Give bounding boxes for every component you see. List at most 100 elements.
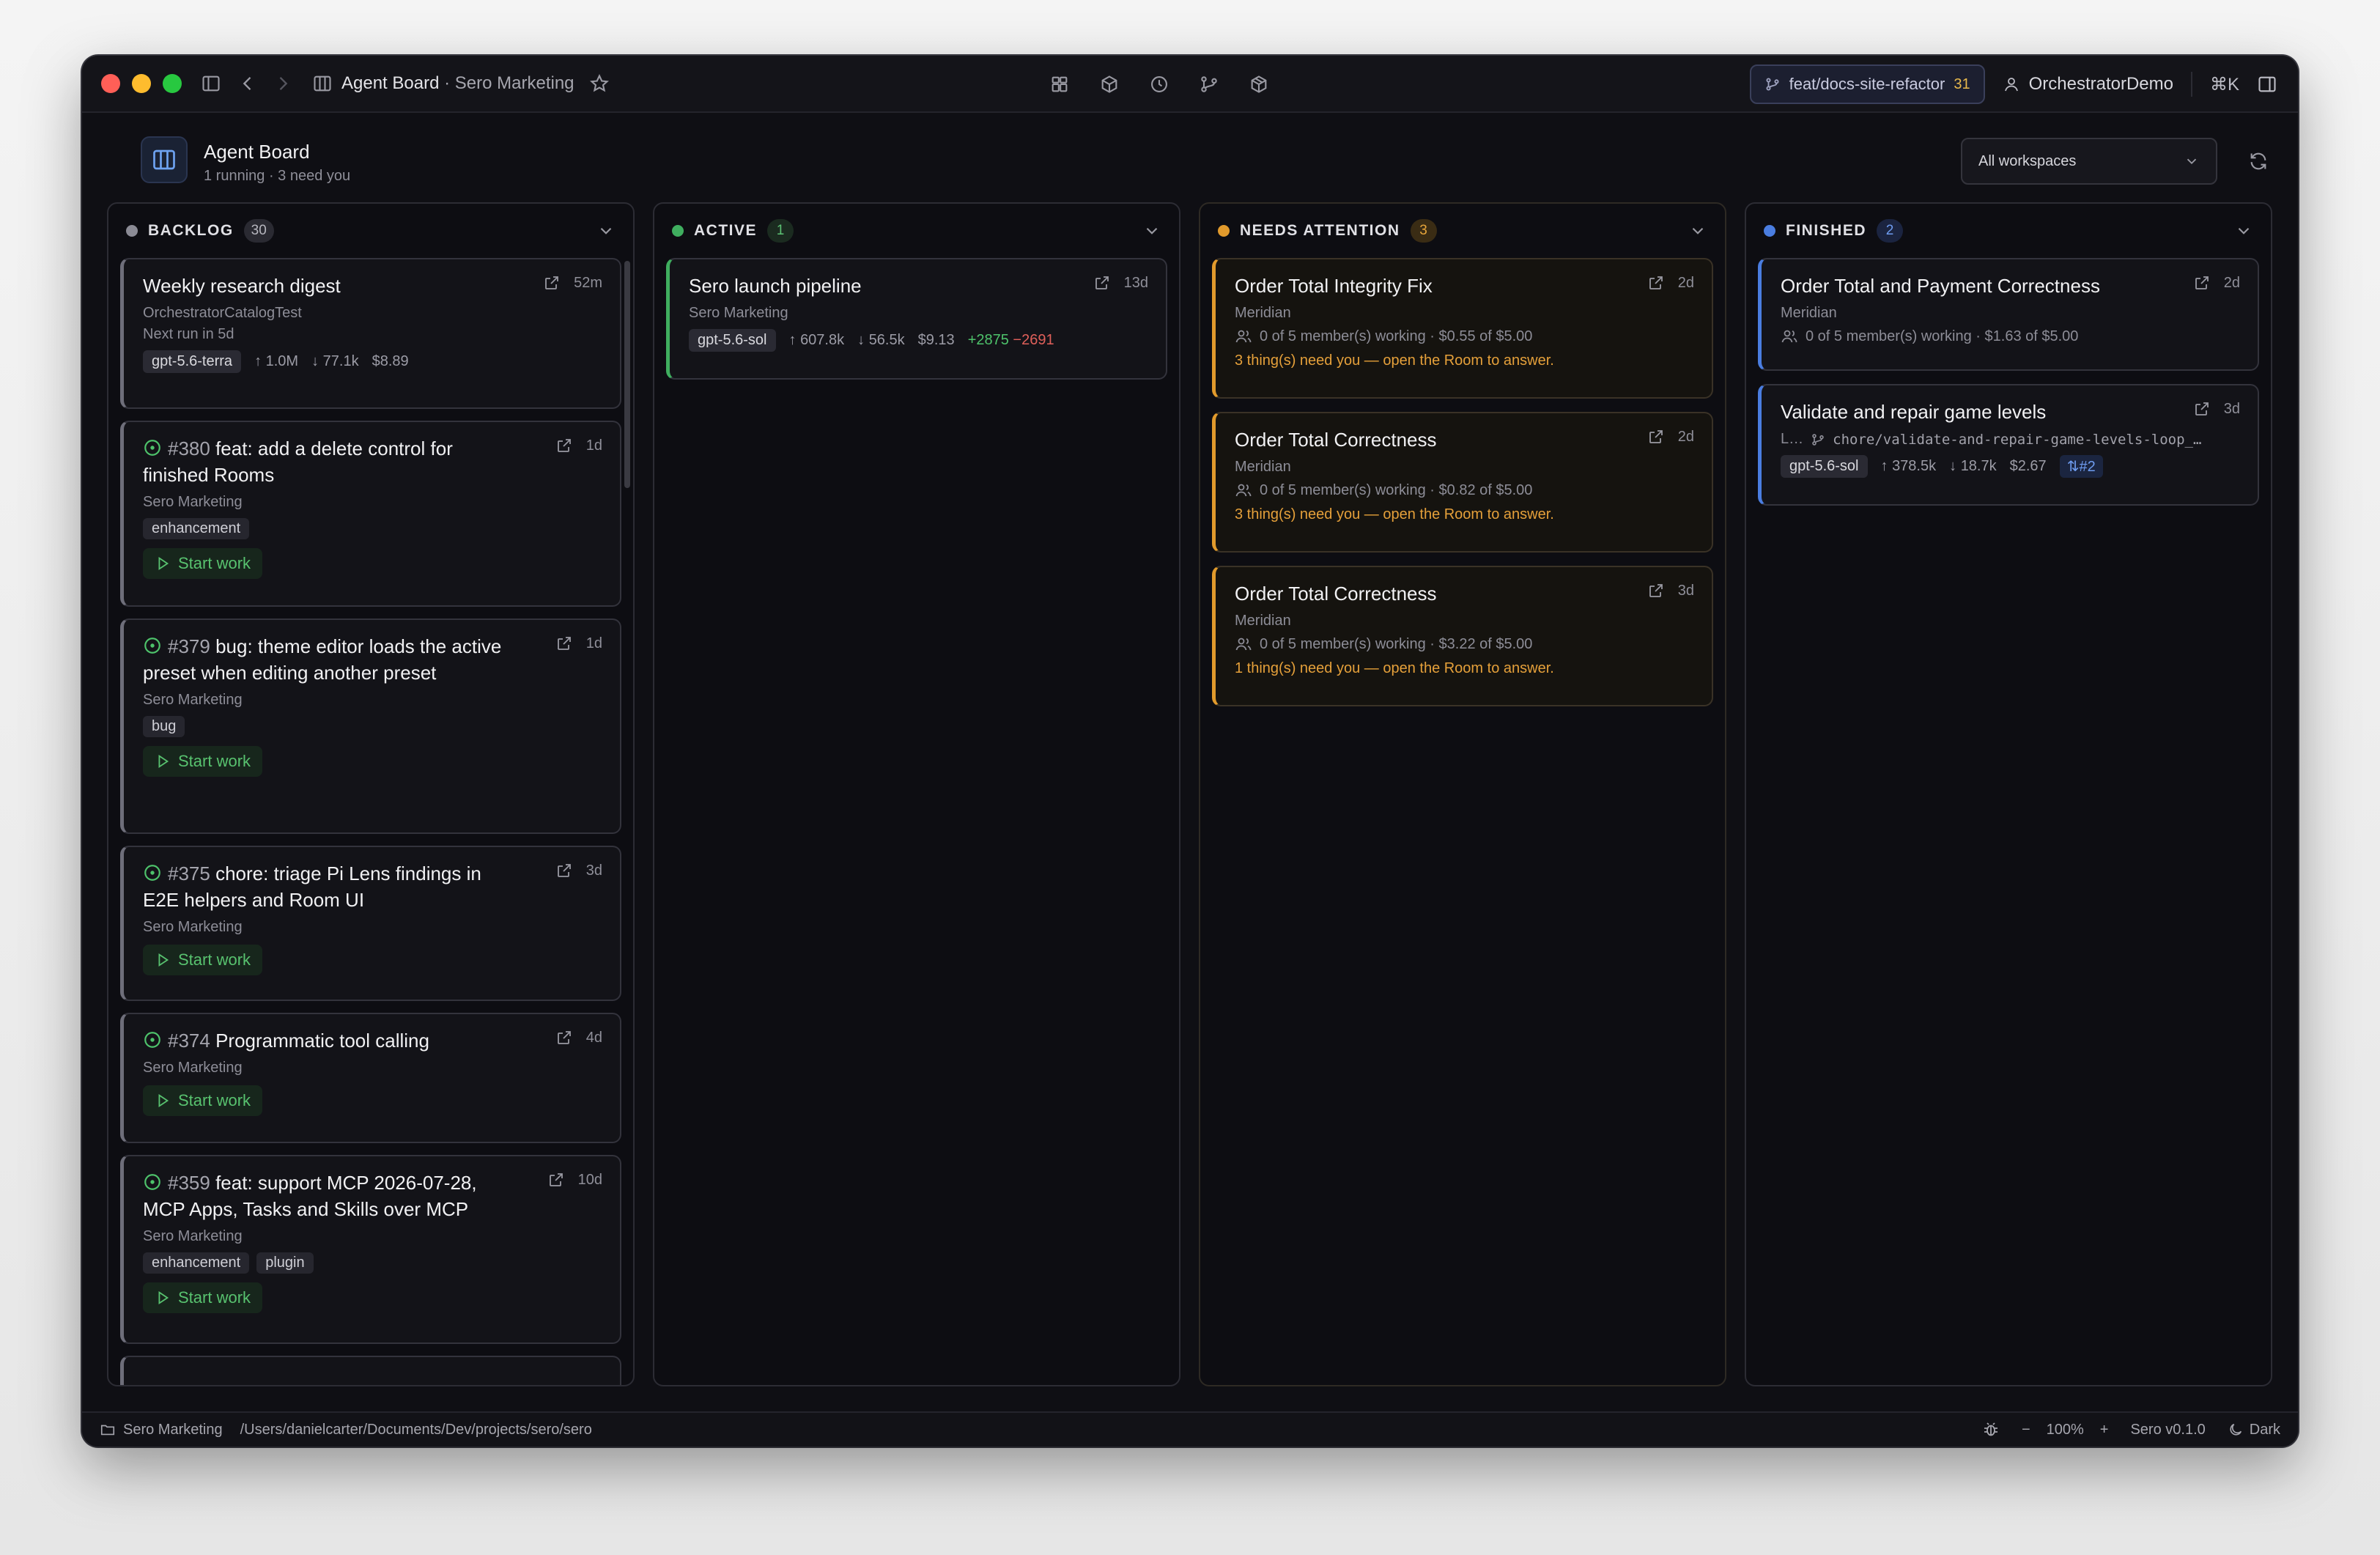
workspace-indicator[interactable]: Sero Marketing <box>100 1422 223 1438</box>
board-icon <box>312 73 333 94</box>
card-age: 1d <box>585 437 602 454</box>
tokens-down: ↓ 18.7k <box>1949 458 1997 474</box>
card-project: Sero Marketing <box>143 1060 243 1076</box>
start-work-button[interactable]: Start work <box>143 1085 263 1116</box>
external-link-icon[interactable] <box>555 437 573 454</box>
room-card[interactable]: Order Total and Payment Correctness 2d M… <box>1758 258 2259 371</box>
status-dot <box>1764 225 1775 237</box>
issue-title: Programmatic tool calling <box>215 1030 429 1052</box>
external-link-icon[interactable] <box>543 274 561 292</box>
play-icon <box>158 953 169 967</box>
column-cards: Sero launch pipeline 13d Sero Marketing … <box>666 258 1167 1385</box>
open-issue-icon <box>144 638 160 654</box>
chevron-down-icon[interactable] <box>2234 221 2253 240</box>
card-meta: 2d <box>1647 428 1694 446</box>
theme-toggle[interactable]: Dark <box>2228 1422 2280 1438</box>
window-title-main: Agent Board <box>341 73 440 93</box>
package-icon[interactable] <box>1249 74 1269 95</box>
bug-icon[interactable] <box>1982 1421 2000 1438</box>
desktop: Agent Board · Sero Marketing feat/docs-s… <box>0 0 2380 1555</box>
title-bar: Agent Board · Sero Marketing feat/docs-s… <box>82 56 2298 113</box>
issue-card-partial[interactable] <box>120 1356 621 1385</box>
task-card[interactable]: Sero launch pipeline 13d Sero Marketing … <box>666 258 1167 380</box>
sidebar-toggle-icon[interactable] <box>201 73 221 94</box>
start-work-button[interactable]: Start work <box>143 548 263 579</box>
members-text: 0 of 5 member(s) working · $0.55 of $5.0… <box>1260 328 1533 344</box>
start-work-button[interactable]: Start work <box>143 1282 263 1313</box>
chevron-down-icon[interactable] <box>1142 221 1161 240</box>
issue-card[interactable]: #359 feat: support MCP 2026-07-28, MCP A… <box>120 1155 621 1344</box>
external-link-icon[interactable] <box>1093 274 1111 292</box>
external-link-icon[interactable] <box>2193 400 2211 418</box>
task-card[interactable]: Validate and repair game levels 3d L… ch… <box>1758 384 2259 506</box>
start-work-button[interactable]: Start work <box>143 945 263 975</box>
command-palette-button[interactable]: ⌘K <box>2210 74 2239 95</box>
workspace-select[interactable]: All workspaces <box>1961 138 2217 185</box>
issue-card[interactable]: #375 chore: triage Pi Lens findings in E… <box>120 846 621 1001</box>
card-project: Meridian <box>1235 459 1291 475</box>
chevron-down-icon[interactable] <box>1688 221 1707 240</box>
scrollbar[interactable] <box>624 261 630 488</box>
external-link-icon[interactable] <box>2193 274 2211 292</box>
room-card[interactable]: Order Total Integrity Fix 2d Meridian 0 … <box>1212 258 1713 399</box>
issue-card[interactable]: #379 bug: theme editor loads the active … <box>120 618 621 834</box>
external-link-icon[interactable] <box>1647 582 1665 599</box>
card-project: Meridian <box>1235 613 1291 629</box>
task-card[interactable]: Weekly research digest 52m OrchestratorC… <box>120 258 621 409</box>
chevron-down-icon <box>2187 158 2197 165</box>
card-meta: 2d <box>1647 274 1694 292</box>
external-link-icon[interactable] <box>1647 274 1665 292</box>
zoom-out-button[interactable]: − <box>2022 1422 2030 1438</box>
forward-icon[interactable] <box>273 73 293 94</box>
zoom-in-button[interactable]: + <box>2100 1422 2109 1438</box>
column-header[interactable]: ACTIVE 1 <box>654 204 1179 258</box>
tokens-down-value: 18.7k <box>1960 458 1997 474</box>
room-card[interactable]: Order Total Correctness 3d Meridian 0 of… <box>1212 566 1713 706</box>
external-link-icon[interactable] <box>547 1171 565 1189</box>
card-title: Order Total and Payment Correctness <box>1781 275 2100 297</box>
branch-selector[interactable]: feat/docs-site-refactor 31 <box>1749 64 1985 104</box>
external-link-icon[interactable] <box>1647 428 1665 446</box>
card-age: 2d <box>2223 274 2240 291</box>
user-menu[interactable]: OrchestratorDemo <box>2003 74 2173 95</box>
cube-icon[interactable] <box>1099 74 1120 95</box>
card-project: L… <box>1781 431 1804 447</box>
start-work-label: Start work <box>178 554 251 572</box>
card-project: Sero Marketing <box>143 494 243 510</box>
issue-number: #375 <box>168 863 210 884</box>
zoom-window-button[interactable] <box>163 74 182 93</box>
grid-icon[interactable] <box>1049 74 1070 95</box>
back-icon[interactable] <box>237 73 258 94</box>
external-link-icon[interactable] <box>555 635 573 652</box>
card-title: #374 Programmatic tool calling <box>143 1027 601 1054</box>
chevron-down-icon[interactable] <box>596 221 616 240</box>
pull-request-link[interactable]: ⇅#2 <box>2059 455 2103 478</box>
issue-card[interactable]: #380 feat: add a delete control for fini… <box>120 421 621 607</box>
star-icon[interactable] <box>589 73 610 94</box>
close-window-button[interactable] <box>101 74 120 93</box>
board-columns: BACKLOG 30 Weekly research digest 52m Or… <box>107 202 2273 1386</box>
workspace-path: /Users/danielcarter/Documents/Dev/projec… <box>240 1421 592 1438</box>
card-project: Meridian <box>1235 305 1291 321</box>
refresh-icon[interactable] <box>2248 151 2269 171</box>
workspace-name: Sero Marketing <box>123 1421 223 1438</box>
external-link-icon[interactable] <box>555 862 573 879</box>
external-link-icon[interactable] <box>555 1029 573 1046</box>
column-header[interactable]: NEEDS ATTENTION 3 <box>1200 204 1725 258</box>
clock-icon[interactable] <box>1149 74 1169 95</box>
minimize-window-button[interactable] <box>132 74 151 93</box>
issue-number: #359 <box>168 1172 210 1194</box>
git-branch-icon[interactable] <box>1199 74 1219 95</box>
tag-list: bug <box>143 716 601 737</box>
column-header[interactable]: BACKLOG 30 <box>108 204 633 258</box>
panel-toggle-icon[interactable] <box>2257 74 2277 95</box>
card-title: #380 feat: add a delete control for fini… <box>143 435 601 488</box>
column-header[interactable]: FINISHED 2 <box>1746 204 2271 258</box>
issue-card[interactable]: #374 Programmatic tool calling 4d Sero M… <box>120 1013 621 1143</box>
status-right: − 100% + Sero v0.1.0 Dark <box>1982 1421 2280 1438</box>
start-work-button[interactable]: Start work <box>143 746 263 777</box>
card-title: Order Total Integrity Fix <box>1235 275 1433 297</box>
play-icon <box>158 1290 169 1305</box>
members-line: 0 of 5 member(s) working · $1.63 of $5.0… <box>1781 328 2239 345</box>
room-card[interactable]: Order Total Correctness 2d Meridian 0 of… <box>1212 412 1713 553</box>
